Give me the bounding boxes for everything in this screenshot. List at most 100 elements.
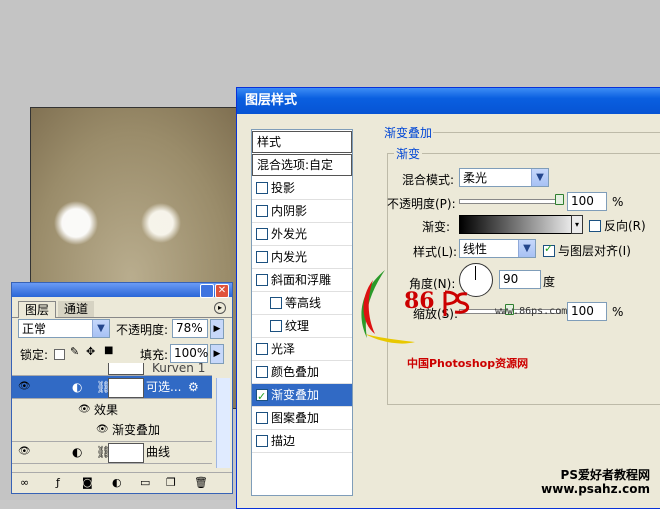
lock-brush-icon[interactable]: ✎ — [70, 345, 79, 358]
section-divider — [433, 132, 660, 133]
layers-panel: ✕ 图层 通道 ▸ 正常 ▼ 不透明度: 78% ▶ 锁定: ✎ ✥ ■ 填充:… — [11, 282, 233, 494]
minimize-icon[interactable] — [200, 284, 214, 298]
layer-row[interactable]: Kurven 1 — [12, 363, 212, 376]
layer-name: Kurven 1 — [152, 363, 206, 375]
logo-url-text: www.86ps.com — [495, 306, 568, 317]
layer-mask-thumbnail — [108, 378, 144, 398]
opacity-slider-thumb[interactable] — [555, 194, 564, 205]
style-checkbox[interactable] — [256, 386, 268, 408]
opacity-input[interactable]: 100 — [567, 192, 607, 211]
styles-header[interactable]: 样式 — [252, 131, 352, 153]
fill-input[interactable]: 100% — [170, 344, 208, 363]
style-checkbox[interactable] — [256, 411, 268, 424]
section-title: 渐变叠加 — [384, 126, 433, 140]
close-icon[interactable]: ✕ — [215, 284, 229, 298]
new-group-icon[interactable]: ▭ — [140, 476, 150, 489]
blend-mode-select[interactable]: 柔光 ▼ — [459, 168, 549, 187]
reverse-checkbox-box[interactable] — [589, 219, 601, 232]
style-checkbox[interactable] — [256, 181, 268, 194]
logo-ps-mark-icon — [443, 290, 470, 316]
chevron-down-icon: ▼ — [92, 320, 109, 337]
layers-scrollbar[interactable] — [216, 378, 230, 468]
eye-icon[interactable]: 👁 — [96, 419, 109, 441]
watermark-line1: PS爱好者教程网 — [560, 468, 650, 482]
effects-label: 效果 — [94, 403, 119, 417]
style-item-label: 等高线 — [285, 296, 322, 310]
opacity-arrow-icon[interactable]: ▶ — [210, 319, 224, 339]
gradient-label: 渐变: — [422, 220, 451, 234]
style-value: 线性 — [463, 242, 488, 256]
style-checkbox[interactable] — [256, 273, 268, 286]
panel-menu-icon[interactable]: ▸ — [214, 302, 226, 314]
gradient-dropdown-icon[interactable]: ▾ — [571, 215, 583, 234]
blend-options-item[interactable]: 混合选项:自定 — [252, 154, 352, 176]
subsection-title: 渐变 — [394, 145, 423, 162]
style-item[interactable]: 内阴影 — [252, 200, 352, 223]
style-item-label: 内发光 — [271, 250, 308, 264]
chevron-down-icon: ▼ — [518, 240, 535, 257]
style-checkbox[interactable] — [256, 434, 268, 447]
styles-list: 样式 混合选项:自定 投影内阴影外发光内发光斜面和浮雕等高线纹理光泽颜色叠加渐变… — [251, 129, 353, 496]
eye-icon[interactable]: 👁 — [18, 376, 32, 398]
effect-name: 渐变叠加 — [112, 423, 161, 437]
style-item[interactable]: 外发光 — [252, 223, 352, 246]
tab-channels[interactable]: 通道 — [58, 301, 95, 317]
eye-icon[interactable]: 👁 — [78, 399, 91, 421]
new-adjustment-icon[interactable]: ◐ — [112, 476, 122, 489]
watermark-line2: www.psahz.com — [541, 482, 650, 496]
style-item[interactable]: 光泽 — [252, 338, 352, 361]
style-checkbox[interactable] — [256, 227, 268, 240]
style-item[interactable]: 内发光 — [252, 246, 352, 269]
reverse-checkbox[interactable]: 反向(R) — [589, 217, 646, 234]
style-checkbox[interactable] — [256, 342, 268, 355]
watermark: PS爱好者教程网 www.psahz.com — [541, 468, 650, 496]
effects-row[interactable]: 👁 效果 — [12, 399, 212, 421]
lock-transparency-icon[interactable] — [54, 349, 65, 360]
layer-row-selected[interactable]: 👁 ◐ ⛓ 可选... ⚙ — [12, 376, 212, 399]
style-item[interactable]: 图案叠加 — [252, 407, 352, 430]
style-item[interactable]: 纹理 — [252, 315, 352, 338]
add-mask-icon[interactable]: ◙ — [82, 476, 93, 489]
layer-row[interactable]: 👁 ◐ ⛓ 曲线 — [12, 441, 212, 464]
style-item[interactable]: 描边 — [252, 430, 352, 453]
style-checkbox[interactable] — [256, 250, 268, 263]
trash-icon[interactable]: 🗑 — [194, 476, 208, 489]
align-with-layer-checkbox[interactable]: 与图层对齐(I) — [543, 242, 631, 259]
effect-item-row[interactable]: 👁 渐变叠加 — [12, 419, 212, 442]
style-item-label: 描边 — [271, 434, 296, 448]
fx-icon: ⚙ — [188, 380, 199, 394]
style-checkbox[interactable] — [270, 319, 282, 332]
style-checkbox[interactable] — [256, 365, 268, 378]
link-layers-icon[interactable]: ∞ — [20, 476, 29, 489]
opacity-slider[interactable] — [459, 199, 561, 204]
layer-name: 可选... — [146, 380, 182, 394]
layer-opacity-input[interactable]: 78% — [172, 319, 208, 338]
blend-mode-label: 混合模式: — [402, 173, 455, 187]
style-item-label: 图案叠加 — [271, 411, 320, 425]
style-select[interactable]: 线性 ▼ — [459, 239, 536, 258]
reverse-label: 反向(R) — [604, 219, 646, 233]
eye-icon[interactable]: 👁 — [18, 441, 32, 463]
layer-blend-mode-select[interactable]: 正常 ▼ — [18, 319, 110, 338]
lock-move-icon[interactable]: ✥ — [86, 345, 95, 358]
style-label: 样式(L): — [413, 245, 458, 259]
style-item[interactable]: 颜色叠加 — [252, 361, 352, 384]
fill-arrow-icon[interactable]: ▶ — [210, 344, 224, 364]
align-checkbox-box[interactable] — [543, 242, 555, 257]
layer-opacity-label: 不透明度: — [116, 323, 169, 337]
lock-all-icon[interactable]: ■ — [104, 345, 113, 356]
add-style-icon[interactable]: ƒ — [56, 476, 60, 489]
style-item[interactable]: 斜面和浮雕 — [252, 269, 352, 292]
new-layer-icon[interactable]: ❐ — [166, 476, 176, 489]
style-item[interactable]: 投影 — [252, 177, 352, 200]
chevron-down-icon: ▼ — [531, 169, 548, 186]
tab-layers[interactable]: 图层 — [18, 301, 57, 318]
style-checkbox[interactable] — [270, 296, 282, 309]
style-item[interactable]: 渐变叠加 — [252, 384, 352, 408]
style-item[interactable]: 等高线 — [252, 292, 352, 315]
scale-input[interactable]: 100 — [567, 302, 607, 321]
style-checkbox[interactable] — [256, 204, 268, 217]
gradient-preview[interactable] — [459, 215, 583, 234]
style-item-label: 纹理 — [285, 319, 310, 333]
layer-mask-thumbnail — [108, 443, 144, 463]
